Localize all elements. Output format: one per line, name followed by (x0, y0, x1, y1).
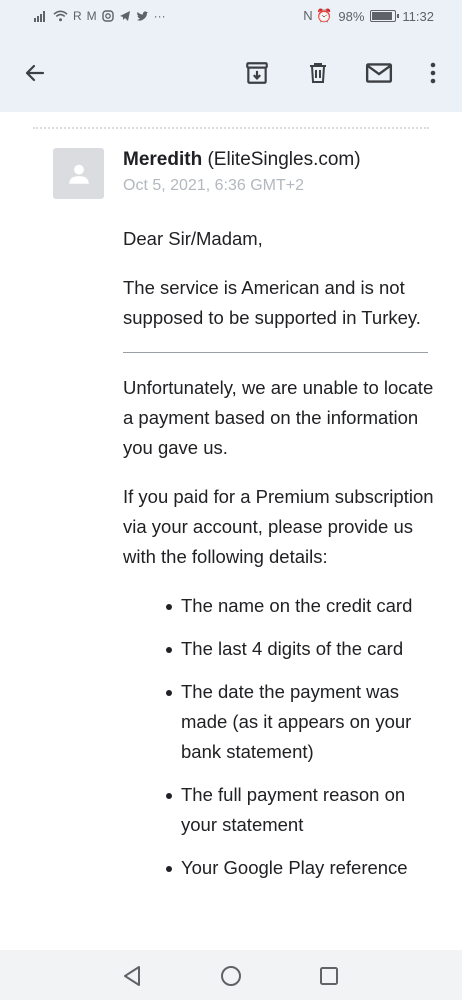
status-system-icons: N ⏰ 98% 11:32 (303, 8, 434, 24)
nav-recents-icon (320, 967, 338, 985)
gmail-icon: M (86, 9, 97, 23)
archive-icon (246, 62, 268, 84)
details-list: The name on the credit card The last 4 d… (123, 591, 438, 883)
thread-divider (33, 127, 429, 129)
more-options-button[interactable] (416, 56, 450, 90)
sender-line[interactable]: Meredith (EliteSingles.com) (123, 148, 361, 172)
email-toolbar (0, 34, 462, 112)
mail-icon (365, 63, 393, 83)
app-icon-r: R (73, 9, 82, 23)
more-icon: ··· (153, 9, 166, 23)
status-bar: R M ··· N ⏰ 98% 11:32 (0, 0, 462, 34)
battery-level (372, 12, 393, 20)
telegram-icon (119, 11, 130, 21)
list-item: The last 4 digits of the card (123, 634, 438, 664)
nav-home-button[interactable] (218, 963, 244, 989)
nav-back-button[interactable] (119, 963, 145, 989)
wifi-icon (53, 10, 68, 22)
mark-unread-button[interactable] (362, 56, 396, 90)
clock: 11:32 (402, 8, 434, 24)
list-item: The full payment reason on your statemen… (123, 780, 438, 840)
nfc-alarm-icons: N ⏰ (303, 8, 333, 23)
signal-icon (34, 11, 45, 22)
paragraph-service: The service is American and is not suppo… (123, 277, 421, 328)
nav-recents-button[interactable] (316, 963, 342, 989)
nav-home-icon (221, 966, 241, 986)
system-nav-bar (0, 950, 462, 1000)
person-icon (68, 164, 89, 184)
greeting: Dear Sir/Madam, (123, 228, 263, 249)
battery-icon (370, 10, 400, 22)
body-divider (123, 352, 428, 353)
twitter-icon (136, 10, 149, 21)
list-item: The name on the credit card (123, 591, 438, 621)
back-arrow-icon (25, 64, 45, 82)
email-timestamp: Oct 5, 2021, 6:36 GMT+2 (123, 177, 304, 194)
delete-button[interactable] (301, 56, 335, 90)
sender-avatar[interactable] (53, 148, 104, 199)
nav-back-icon (124, 966, 140, 986)
more-vert-icon (430, 62, 436, 84)
sender-address: (EliteSingles.com) (207, 149, 361, 170)
sender-name: Meredith (123, 149, 203, 170)
archive-button[interactable] (240, 56, 274, 90)
list-item: Your Google Play reference (123, 853, 438, 883)
list-item: The date the payment was made (as it app… (123, 677, 438, 767)
back-button[interactable] (18, 56, 52, 90)
email-body: Dear Sir/Madam, The service is American … (123, 224, 438, 896)
instagram-icon (101, 10, 114, 22)
battery-percent: 98% (338, 8, 365, 24)
delete-icon (310, 63, 326, 83)
paragraph-payment: Unfortunately, we are unable to locate a… (123, 377, 434, 458)
paragraph-request: If you paid for a Premium subscription v… (123, 486, 434, 567)
status-notification-icons: R M ··· (34, 9, 166, 23)
